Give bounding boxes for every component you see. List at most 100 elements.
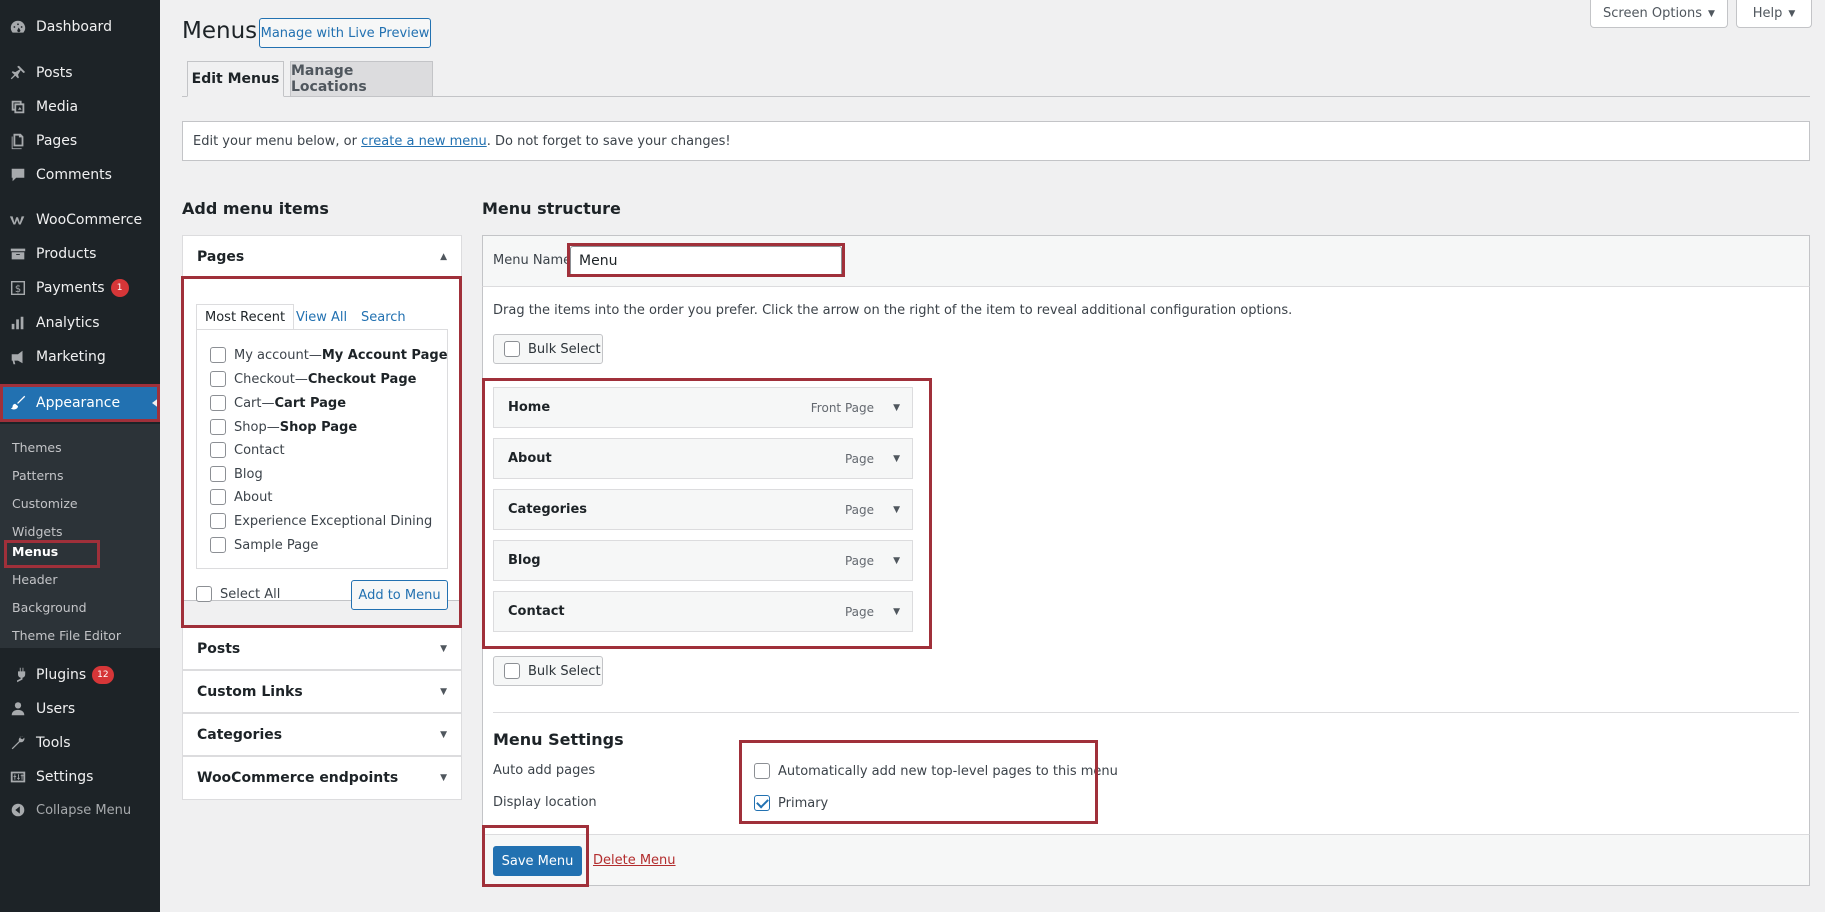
sidebar-item-woocommerce[interactable]: WooCommerce	[0, 203, 160, 237]
list-item[interactable]: Shop — Shop Page	[210, 419, 357, 435]
add-to-menu-button[interactable]: Add to Menu	[351, 580, 448, 610]
submenu-item-theme-file-editor[interactable]: Theme File Editor	[12, 628, 121, 643]
checkbox[interactable]	[504, 341, 520, 357]
custom-links-panel-header[interactable]: Custom Links ▼	[182, 670, 462, 713]
create-new-menu-link[interactable]: create a new menu	[361, 134, 487, 149]
sidebar-item-tools[interactable]: Tools	[0, 726, 160, 760]
checkbox[interactable]	[210, 513, 226, 529]
checkbox[interactable]	[210, 442, 226, 458]
list-item[interactable]: Checkout — Checkout Page	[210, 371, 416, 387]
menu-item-type: Front Page	[810, 400, 874, 415]
separator: —	[308, 347, 322, 363]
sidebar-item-products[interactable]: Products	[0, 237, 160, 271]
menu-item-blog[interactable]: Blog Page ▼	[493, 540, 913, 581]
sidebar-item-label: Users	[36, 701, 76, 717]
checkbox[interactable]	[210, 347, 226, 363]
comment-icon	[8, 165, 28, 185]
list-item[interactable]: Cart — Cart Page	[210, 395, 346, 411]
caret-down-icon[interactable]: ▼	[893, 505, 900, 515]
select-all-checkbox[interactable]: Select All	[196, 586, 280, 602]
delete-menu-link[interactable]: Delete Menu	[593, 853, 676, 868]
location-option: Primary	[778, 795, 829, 811]
subtab-most-recent[interactable]: Most Recent	[196, 304, 295, 330]
caret-down-icon: ▼	[440, 773, 447, 783]
screen-options-button[interactable]: Screen Options ▼	[1590, 0, 1728, 28]
sidebar-item-label: Analytics	[36, 315, 100, 331]
sidebar-item-pages[interactable]: Pages	[0, 124, 160, 158]
pages-panel-header[interactable]: Pages ▲	[182, 235, 462, 278]
sidebar-item-users[interactable]: Users	[0, 692, 160, 726]
list-item[interactable]: Experience Exceptional Dining	[210, 513, 432, 529]
sidebar-item-media[interactable]: Media	[0, 90, 160, 124]
bulk-select-top[interactable]: Bulk Select	[493, 334, 603, 364]
sidebar-item-comments[interactable]: Comments	[0, 158, 160, 192]
page-name: Shop	[234, 419, 267, 435]
caret-down-icon: ▼	[440, 686, 447, 697]
submenu-item-widgets[interactable]: Widgets	[12, 524, 63, 539]
select-all-label: Select All	[220, 586, 281, 602]
caret-down-icon[interactable]: ▼	[893, 454, 900, 464]
list-item[interactable]: About	[210, 489, 272, 505]
checkbox[interactable]	[210, 395, 226, 411]
megaphone-icon	[8, 347, 28, 367]
menu-item-contact[interactable]: Contact Page ▼	[493, 591, 913, 632]
live-preview-button[interactable]: Manage with Live Preview	[259, 18, 431, 48]
collapse-menu-button[interactable]: Collapse Menu	[0, 793, 160, 827]
sidebar-item-settings[interactable]: Settings	[0, 760, 160, 794]
sidebar-item-label: Products	[36, 246, 97, 262]
checkbox[interactable]	[754, 795, 770, 811]
plug-icon	[8, 665, 28, 685]
page-tag: My Account Page	[321, 347, 448, 363]
menu-name-input[interactable]: Menu	[570, 246, 842, 276]
sidebar-item-analytics[interactable]: Analytics	[0, 306, 160, 340]
menu-item-home[interactable]: Home Front Page ▼	[493, 387, 913, 428]
checkbox[interactable]	[210, 419, 226, 435]
display-location-label: Display location	[493, 795, 597, 810]
bulk-select-bottom[interactable]: Bulk Select	[493, 656, 603, 686]
list-item[interactable]: Sample Page	[210, 537, 318, 553]
save-menu-button[interactable]: Save Menu	[493, 846, 582, 876]
subtab-view-all[interactable]: View All	[296, 304, 347, 330]
menu-item-title: About	[508, 451, 552, 466]
submenu-item-background[interactable]: Background	[12, 600, 87, 615]
sidebar-item-plugins[interactable]: Plugins 12	[0, 658, 160, 692]
subtab-search[interactable]: Search	[361, 304, 406, 330]
checkbox[interactable]	[210, 489, 226, 505]
primary-location-checkbox[interactable]: Primary	[754, 795, 828, 811]
tab-manage-locations[interactable]: Manage Locations	[290, 61, 433, 97]
list-item[interactable]: Contact	[210, 442, 285, 458]
checkbox[interactable]	[504, 663, 520, 679]
checkbox[interactable]	[210, 371, 226, 387]
panel-title: Pages	[197, 248, 245, 265]
checkbox[interactable]	[754, 763, 770, 779]
submenu-item-themes[interactable]: Themes	[12, 440, 62, 455]
sidebar-item-appearance[interactable]: Appearance	[0, 386, 160, 420]
sidebar-item-payments[interactable]: $ Payments 1	[0, 271, 160, 305]
posts-panel-header[interactable]: Posts ▼	[182, 627, 462, 670]
tab-edit-menus[interactable]: Edit Menus	[187, 61, 284, 97]
caret-down-icon[interactable]: ▼	[893, 607, 900, 617]
checkbox[interactable]	[210, 537, 226, 553]
checkbox[interactable]	[196, 586, 212, 602]
submenu-item-header[interactable]: Header	[12, 572, 58, 587]
categories-panel-header[interactable]: Categories ▼	[182, 713, 462, 756]
menu-item-categories[interactable]: Categories Page ▼	[493, 489, 913, 530]
submenu-item-customize[interactable]: Customize	[12, 496, 78, 511]
help-button[interactable]: Help ▼	[1736, 0, 1812, 28]
auto-add-option: Automatically add new top-level pages to…	[778, 763, 1118, 779]
woocommerce-endpoints-panel-header[interactable]: WooCommerce endpoints ▼	[182, 756, 462, 800]
sidebar-item-posts[interactable]: Posts	[0, 56, 160, 90]
caret-up-icon: ▲	[440, 251, 447, 262]
sidebar-item-dashboard[interactable]: Dashboard	[0, 10, 160, 44]
checkbox[interactable]	[210, 466, 226, 482]
separator: —	[266, 419, 280, 435]
menu-item-about[interactable]: About Page ▼	[493, 438, 913, 479]
submenu-item-patterns[interactable]: Patterns	[12, 468, 63, 483]
list-item[interactable]: My account — My Account Page	[210, 347, 448, 363]
caret-down-icon[interactable]: ▼	[893, 403, 900, 413]
auto-add-checkbox[interactable]: Automatically add new top-level pages to…	[754, 763, 1118, 779]
sidebar-item-marketing[interactable]: Marketing	[0, 340, 160, 374]
submenu-item-menus[interactable]: Menus	[12, 544, 58, 559]
caret-down-icon[interactable]: ▼	[893, 556, 900, 566]
list-item[interactable]: Blog	[210, 466, 263, 482]
